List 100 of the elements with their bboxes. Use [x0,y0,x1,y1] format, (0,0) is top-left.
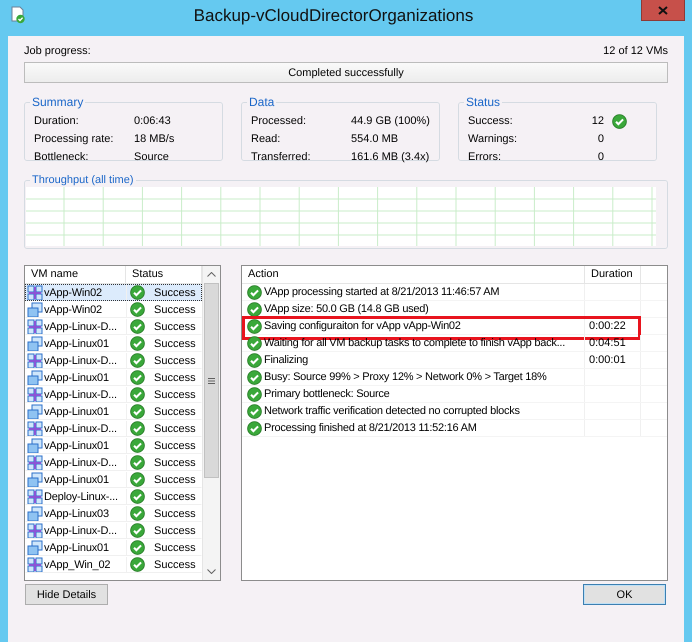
vm-status: Success [154,508,196,520]
scrollbar[interactable] [202,266,220,580]
close-button[interactable] [641,0,685,21]
stat-value: 0 [596,151,604,163]
vm-status: Success [154,440,196,452]
hide-details-button[interactable]: Hide Details [25,584,108,605]
check-icon [130,506,145,521]
action-text: Finalizing [264,354,308,366]
vm-icon [27,438,43,453]
window-title: Backup-vCloudDirectorOrganizations [192,6,474,26]
vm-icon [27,302,43,317]
group-title: Throughput (all time) [31,174,134,186]
check-icon [130,370,145,385]
vm-status: Success [154,490,196,502]
check-icon [130,421,145,436]
vm-row[interactable]: vApp-Win02 Success [25,284,202,301]
vm-count: 12 of 12 VMs [603,44,668,58]
vm-row[interactable]: vApp-Linux01 Success [25,369,202,386]
stat-value: 44.9 GB (100%) [351,115,430,127]
vm-status: Success [154,558,196,570]
vm-name: vApp-Linux03 [44,508,109,520]
vm-icon [27,404,43,419]
scrollbar-thumb[interactable] [204,283,219,478]
check-icon [130,319,145,334]
check-icon [130,438,145,453]
column-header[interactable]: Action [242,266,585,283]
vm-icon [27,370,43,385]
vm-row[interactable]: vApp-Linux01 Success [25,437,202,454]
vm-row[interactable]: vApp-Linux03 Success [25,505,202,522]
vm-status: Success [154,304,196,316]
check-icon [130,302,145,317]
vm-status: Success [154,320,196,332]
vm-name: vApp-Linux-D... [44,388,117,400]
stat-value: 161.6 MB (3.4x) [351,151,430,163]
stat-value: 554.0 MB [351,133,398,145]
action-duration: 0:00:01 [589,354,626,366]
stat-label: Processing rate: [34,133,114,145]
group-title: Data [248,95,276,109]
vm-status: Success [154,406,196,418]
stat-label: Processed: [251,115,308,127]
action-text: Primary bottleneck: Source [264,388,390,400]
vm-name: vApp_Win_02 [44,558,110,570]
vm-icon [27,506,43,521]
vm-name: vApp-Linux-D... [44,456,117,468]
column-header[interactable]: VM name [25,266,126,283]
vm-status: Success [154,474,196,486]
action-text: Processing finished at 8/21/2013 11:52:16 AM [264,422,477,434]
vapp-icon [27,455,43,470]
vm-row[interactable]: vApp-Linux-D... Success [25,454,202,471]
check-icon [130,404,145,419]
vm-row[interactable]: Deploy-Linux-... Success [25,488,202,505]
vm-status: Success [154,456,196,468]
vm-icon [27,472,43,487]
action-duration: 0:04:51 [589,337,626,349]
vm-row[interactable]: vApp-Linux01 Success [25,403,202,420]
vm-status: Success [154,388,196,400]
check-icon [130,455,145,470]
vm-icon [27,540,43,555]
check-icon [130,285,145,300]
vm-name: vApp-Linux-D... [44,320,117,332]
vm-row[interactable]: vApp-Linux-D... Success [25,386,202,403]
close-icon [658,6,668,14]
vm-row[interactable]: vApp-Win02 Success [25,301,202,318]
stat-label: Transferred: [251,151,312,163]
ok-button[interactable]: OK [583,584,666,605]
vm-status: Success [154,372,196,384]
vm-name: vApp-Win02 [44,304,102,316]
vm-name: vApp-Linux01 [44,372,109,384]
stat-label: Success: [468,115,514,127]
vm-row[interactable]: vApp-Linux01 Success [25,335,202,352]
progress-status: Completed successfully [287,66,405,80]
action-text: Saving configuraiton for vApp vApp-Win02 [264,320,461,332]
check-icon [130,489,145,504]
vm-name: vApp-Linux01 [44,474,109,486]
vm-row[interactable]: vApp-Linux01 Success [25,539,202,556]
vm-status: Success [154,542,196,554]
vm-row[interactable]: vApp-Linux01 Success [25,471,202,488]
vapp-icon [27,557,43,572]
column-header[interactable]: Duration [585,266,641,283]
check-icon [130,387,145,402]
vm-row[interactable]: vApp-Linux-D... Success [25,352,202,369]
stat-label: Read: [251,133,282,145]
vm-row[interactable]: vApp_Win_02 Success [25,556,202,573]
check-icon [130,336,145,351]
action-text: VApp size: 50.0 GB (14.8 GB used) [264,303,429,315]
job-progress-label: Job progress: [24,44,91,58]
stat-value: Source [134,151,169,163]
vm-status: Success [154,354,196,366]
vm-row[interactable]: vApp-Linux-D... Success [25,420,202,437]
vm-row[interactable]: vApp-Linux-D... Success [25,522,202,539]
vm-name: vApp-Linux01 [44,440,109,452]
vm-row[interactable]: vApp-Linux-D... Success [25,318,202,335]
check-icon [130,353,145,368]
vm-status: Success [154,422,196,434]
vapp-icon [27,353,43,368]
vm-name: vApp-Linux01 [44,406,109,418]
group-title: Summary [31,95,84,109]
stat-label: Bottleneck: [34,151,90,163]
vm-name: vApp-Linux-D... [44,524,117,536]
stat-label: Errors: [468,151,502,163]
